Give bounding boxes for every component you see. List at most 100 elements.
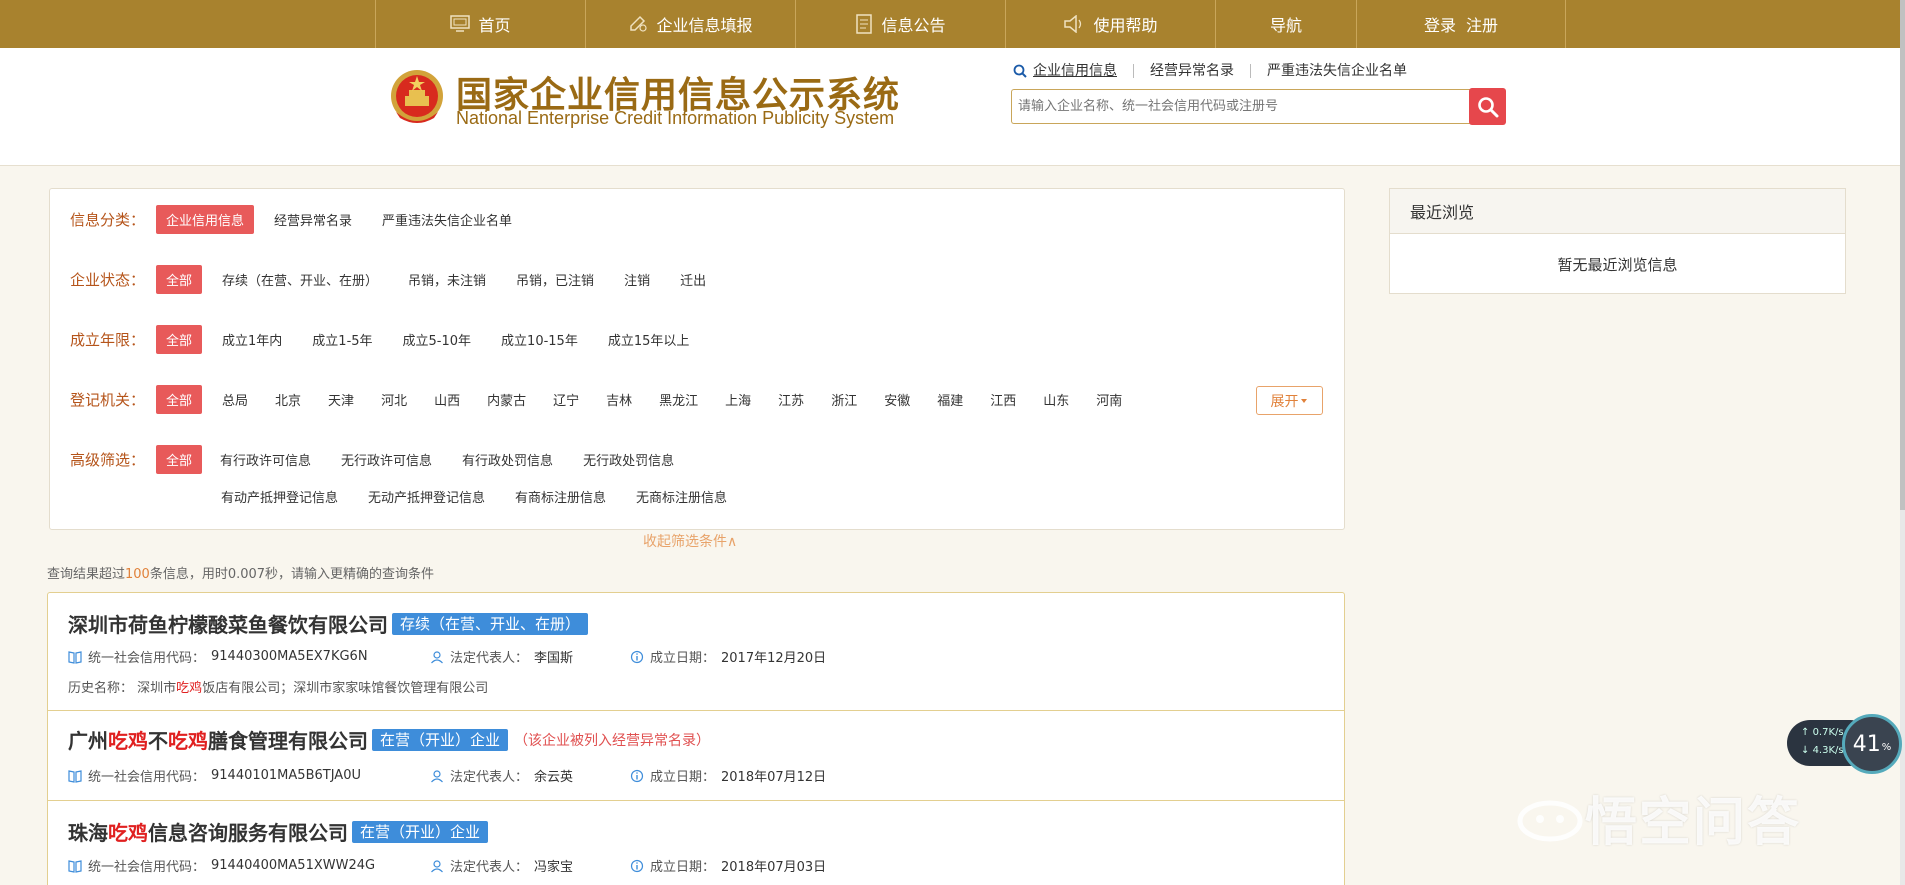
filter-option[interactable]: 北京 [275, 390, 301, 409]
filter-option[interactable]: 全部 [156, 445, 203, 474]
company-name-highlight: 吃鸡 [168, 729, 208, 753]
filter-option[interactable]: 存续（在营、开业、在册） [222, 270, 378, 289]
legal-rep: 李国斯 [534, 651, 574, 666]
nav-navigation[interactable]: 导航 [1215, 0, 1356, 48]
filter-option[interactable]: 辽宁 [553, 390, 579, 409]
filter-option[interactable]: 成立1-5年 [312, 330, 372, 349]
filter-option[interactable]: 吊销，已注销 [516, 270, 594, 289]
filter-option[interactable]: 河南 [1096, 390, 1122, 409]
filter-option[interactable]: 全部 [156, 385, 203, 414]
tab-credit-info[interactable]: 企业信用信息 [1027, 64, 1133, 78]
memory-usage-ring[interactable]: 41% [1842, 714, 1902, 774]
filter-option[interactable]: 迁出 [680, 270, 706, 289]
info-icon [630, 650, 644, 663]
filter-option[interactable]: 江西 [990, 390, 1016, 409]
login-link[interactable]: 登录 [1424, 12, 1456, 36]
memory-percent: 41 [1852, 731, 1881, 757]
legal-rep-cell: 法定代表人： 冯家宝 [430, 856, 630, 875]
filter-option[interactable]: 天津 [328, 390, 354, 409]
filter-option[interactable]: 成立10-15年 [501, 330, 578, 349]
company-name[interactable]: 珠海 吃鸡 信息咨询服务有限公司 在营（开业）企业 [68, 817, 489, 846]
nav-home[interactable]: 首页 [375, 0, 585, 48]
legal-rep-cell: 法定代表人： 李国斯 [430, 647, 630, 666]
document-icon [856, 14, 873, 34]
company-name-part: 不 [148, 729, 168, 753]
search-input[interactable] [1011, 89, 1470, 124]
filter-advanced-row2: 有动产抵押登记信息 无动产抵押登记信息 有商标注册信息 无商标注册信息 [221, 487, 757, 506]
nav-auth: 登录 注册 [1356, 0, 1566, 48]
filter-option[interactable]: 有行政处罚信息 [462, 450, 553, 469]
found-date-label: 成立日期： [650, 770, 716, 785]
filter-option[interactable]: 严重违法失信企业名单 [382, 210, 512, 229]
filter-label: 登记机关： [70, 391, 146, 409]
filter-option[interactable]: 山东 [1043, 390, 1069, 409]
result-item[interactable]: 深圳市荷鱼柠檬酸菜鱼餐饮有限公司 存续（在营、开业、在册） 统一社会信用代码： … [48, 593, 1344, 711]
book-icon [68, 859, 82, 873]
found-date: 2018年07月03日 [721, 860, 827, 875]
abnormal-warning: （该企业被列入经营异常名录） [514, 732, 711, 749]
filter-option[interactable]: 全部 [156, 265, 203, 294]
filter-option[interactable]: 安徽 [884, 390, 910, 409]
result-list: 深圳市荷鱼柠檬酸菜鱼餐饮有限公司 存续（在营、开业、在册） 统一社会信用代码： … [47, 592, 1345, 885]
filter-option[interactable]: 企业信用信息 [156, 205, 255, 234]
filter-option[interactable]: 山西 [434, 390, 460, 409]
nav-announcements[interactable]: 信息公告 [795, 0, 1005, 48]
result-summary: 查询结果超过100条信息，用时0.007秒，请输入更精确的查询条件 [47, 563, 434, 582]
credit-code-label: 统一社会信用代码： [88, 770, 206, 785]
nav-navigation-label: 导航 [1269, 16, 1302, 35]
filter-option[interactable]: 有动产抵押登记信息 [221, 487, 338, 506]
filter-option[interactable]: 有行政许可信息 [220, 450, 311, 469]
filter-option[interactable]: 经营异常名录 [274, 210, 352, 229]
collapse-filters-link[interactable]: 收起筛选条件∧ [643, 531, 737, 551]
filter-option[interactable]: 全部 [156, 325, 203, 354]
filter-status: 企业状态： 全部 存续（在营、开业、在册） 吊销，未注销 吊销，已注销 注销 迁… [70, 265, 736, 294]
filter-option[interactable]: 无行政许可信息 [341, 450, 432, 469]
found-date-cell: 成立日期： 2017年12月20日 [630, 647, 826, 666]
filter-option[interactable]: 有商标注册信息 [515, 487, 606, 506]
search-button[interactable] [1469, 88, 1506, 125]
filter-option[interactable]: 无动产抵押登记信息 [368, 487, 485, 506]
company-name[interactable]: 广州 吃鸡不吃鸡 膳食管理有限公司 在营（开业）企业 （该企业被列入经营异常名录） [68, 725, 710, 754]
result-item[interactable]: 广州 吃鸡不吃鸡 膳食管理有限公司 在营（开业）企业 （该企业被列入经营异常名录） … [48, 711, 1344, 801]
filter-option[interactable]: 上海 [725, 390, 751, 409]
result-item[interactable]: 珠海 吃鸡 信息咨询服务有限公司 在营（开业）企业 统一社会信用代码： 914404… [48, 801, 1344, 885]
top-nav: 首页 企业信息填报 信息公告 使用帮助 导航 登录 注册 [0, 0, 1900, 48]
filter-option[interactable]: 无行政处罚信息 [583, 450, 674, 469]
filter-option[interactable]: 浙江 [831, 390, 857, 409]
watermark-text: 悟空问答 [1585, 793, 1802, 853]
filter-option[interactable]: 吉林 [606, 390, 632, 409]
company-meta: 统一社会信用代码： 91440400MA51XWW24G 法定代表人： 冯家宝 … [68, 856, 826, 875]
filter-option[interactable]: 注销 [624, 270, 650, 289]
monitor-icon [450, 15, 471, 32]
filter-panel: 信息分类： 企业信用信息 经营异常名录 严重违法失信企业名单 企业状态： 全部 … [49, 188, 1345, 530]
legal-rep-label: 法定代表人： [450, 651, 529, 666]
filter-option[interactable]: 成立1年内 [222, 330, 282, 349]
credit-code: 91440300MA5EX7KG6N [211, 649, 368, 664]
filter-option[interactable]: 内蒙古 [487, 390, 526, 409]
search-type-tabs: 企业信用信息 经营异常名录 严重违法失信企业名单 [1013, 64, 1423, 78]
nav-info-fill[interactable]: 企业信息填报 [585, 0, 795, 48]
filter-option[interactable]: 黑龙江 [659, 390, 698, 409]
nav-help[interactable]: 使用帮助 [1005, 0, 1215, 48]
company-name[interactable]: 深圳市荷鱼柠檬酸菜鱼餐饮有限公司 存续（在营、开业、在册） [68, 609, 589, 638]
tab-blacklist[interactable]: 严重违法失信企业名单 [1250, 64, 1423, 78]
found-date-cell: 成立日期： 2018年07月12日 [630, 766, 826, 785]
filter-label: 企业状态： [70, 271, 146, 289]
register-link[interactable]: 注册 [1466, 12, 1498, 36]
tab-abnormal-list[interactable]: 经营异常名录 [1133, 64, 1250, 78]
filter-option[interactable]: 江苏 [778, 390, 804, 409]
company-name-part: 信息咨询服务有限公司 [148, 821, 348, 845]
filter-option[interactable]: 成立5-10年 [403, 330, 472, 349]
download-speed: ↓ 4.3K/s [1801, 745, 1844, 756]
credit-code-cell: 统一社会信用代码： 91440101MA5B6TJA0U [68, 766, 430, 785]
nav-info-fill-label: 企业信息填报 [656, 16, 753, 35]
scrollbar-thumb[interactable] [1900, 0, 1905, 510]
expand-button[interactable]: 展开 [1256, 386, 1323, 415]
filter-option[interactable]: 吊销，未注销 [408, 270, 486, 289]
filter-option[interactable]: 总局 [222, 390, 248, 409]
filter-option[interactable]: 成立15年以上 [608, 330, 690, 349]
filter-option[interactable]: 无商标注册信息 [636, 487, 727, 506]
filter-option[interactable]: 福建 [937, 390, 963, 409]
search-icon [1477, 96, 1498, 117]
filter-option[interactable]: 河北 [381, 390, 407, 409]
